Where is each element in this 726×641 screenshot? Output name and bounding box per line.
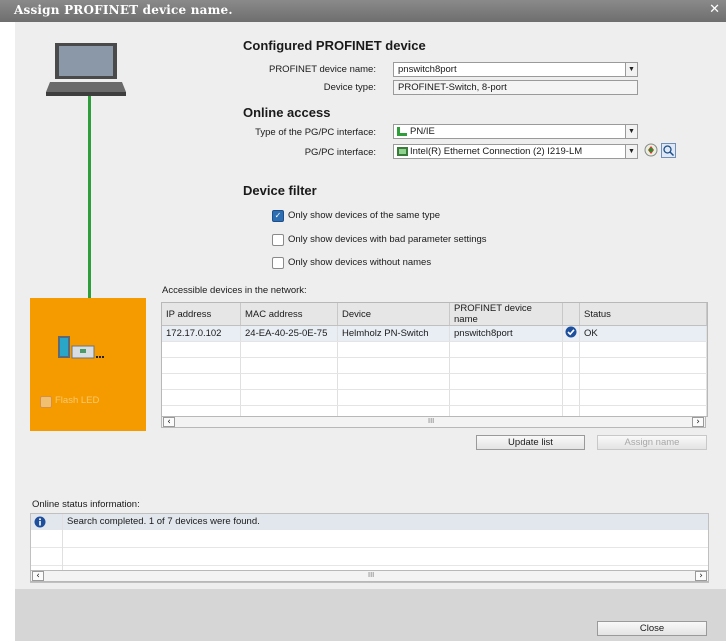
device-name-field[interactable]: pnswitch8port ▼: [393, 62, 638, 77]
scroll-left-icon[interactable]: ‹: [163, 417, 175, 427]
filter-same-type-checkbox[interactable]: ✓: [272, 210, 284, 222]
scroll-right-icon[interactable]: ›: [692, 417, 704, 427]
device-type-label: Device type:: [323, 82, 376, 93]
online-heading: Online access: [243, 105, 331, 120]
device-name-label: PROFINET device name:: [268, 64, 376, 75]
device-icon: [56, 332, 104, 362]
filter-no-names-checkbox[interactable]: [272, 257, 284, 269]
chevron-down-icon[interactable]: ▼: [625, 145, 637, 158]
col-mac[interactable]: MAC address: [240, 303, 338, 326]
filter-bad-params-label: Only show devices with bad parameter set…: [288, 234, 487, 245]
device-type-value: PROFINET-Switch, 8-port: [398, 82, 507, 93]
status-message: Search completed. 1 of 7 devices were fo…: [67, 516, 260, 527]
devices-table: IP address MAC address Device PROFINET d…: [161, 302, 708, 417]
cell-ip: 172.17.0.102: [162, 325, 241, 342]
table-row[interactable]: 172.17.0.102 24-EA-40-25-0E-75 Helmholz …: [162, 325, 707, 342]
network-plug-icon: [397, 127, 407, 136]
iface-type-label: Type of the PG/PC interface:: [255, 127, 376, 138]
device-name-value: pnswitch8port: [398, 64, 457, 75]
cell-device: Helmholz PN-Switch: [337, 325, 450, 342]
cell-flag: [562, 325, 580, 342]
search-icon[interactable]: [661, 143, 676, 158]
diagnostics-icon[interactable]: [644, 143, 658, 157]
ok-check-icon: [565, 326, 577, 338]
status-row: [31, 548, 708, 566]
status-row: Search completed. 1 of 7 devices were fo…: [31, 514, 708, 530]
scroll-right-icon[interactable]: ›: [695, 571, 707, 581]
devices-hscrollbar[interactable]: ‹ III ›: [161, 416, 706, 428]
cell-pn-name: pnswitch8port: [449, 325, 563, 342]
window-title: Assign PROFINET device name.: [14, 3, 233, 17]
assign-name-button[interactable]: Assign name: [597, 435, 707, 450]
scroll-grip[interactable]: III: [428, 417, 434, 425]
close-button[interactable]: Close: [597, 621, 707, 636]
window-titlebar: Assign PROFINET device name. ✕: [0, 0, 726, 22]
table-row: [162, 373, 707, 390]
filter-same-type-label: Only show devices of the same type: [288, 210, 441, 221]
col-device[interactable]: Device: [337, 303, 450, 326]
cell-status: OK: [579, 325, 707, 342]
chevron-down-icon[interactable]: ▼: [625, 125, 637, 138]
status-hscrollbar[interactable]: ‹ III ›: [30, 570, 709, 582]
device-type-field: PROFINET-Switch, 8-port: [393, 80, 638, 95]
update-list-button[interactable]: Update list: [476, 435, 585, 450]
status-caption: Online status information:: [32, 499, 140, 510]
iface-type-value: PN/IE: [410, 126, 435, 137]
filter-bad-params-checkbox[interactable]: [272, 234, 284, 246]
col-pn-name[interactable]: PROFINET device name: [449, 303, 563, 326]
close-icon[interactable]: ✕: [709, 2, 720, 17]
nic-icon: [397, 147, 408, 156]
scroll-grip[interactable]: III: [368, 571, 374, 579]
col-ip[interactable]: IP address: [162, 303, 241, 326]
flash-led-label: Flash LED: [55, 395, 100, 406]
devices-caption: Accessible devices in the network:: [162, 285, 307, 296]
info-icon: [34, 516, 46, 528]
filter-no-names-label: Only show devices without names: [288, 257, 432, 268]
col-status[interactable]: Status: [579, 303, 707, 326]
iface-type-select[interactable]: PN/IE ▼: [393, 124, 638, 139]
iface-label: PG/PC interface:: [304, 147, 376, 158]
table-row: [162, 341, 707, 358]
configured-heading: Configured PROFINET device: [243, 38, 426, 53]
scroll-left-icon[interactable]: ‹: [32, 571, 44, 581]
filter-heading: Device filter: [243, 183, 317, 198]
iface-select[interactable]: Intel(R) Ethernet Connection (2) I219-LM…: [393, 144, 638, 159]
col-flag: [562, 303, 580, 326]
table-row: [162, 389, 707, 406]
chevron-down-icon[interactable]: ▼: [625, 63, 637, 76]
table-row: [162, 357, 707, 374]
pc-icon: [46, 42, 126, 98]
device-panel: Flash LED: [30, 298, 146, 431]
status-divider: [62, 514, 63, 572]
flash-led-checkbox[interactable]: [40, 396, 52, 408]
status-row: [31, 530, 708, 548]
iface-value: Intel(R) Ethernet Connection (2) I219-LM: [410, 146, 583, 157]
cell-mac: 24-EA-40-25-0E-75: [240, 325, 338, 342]
